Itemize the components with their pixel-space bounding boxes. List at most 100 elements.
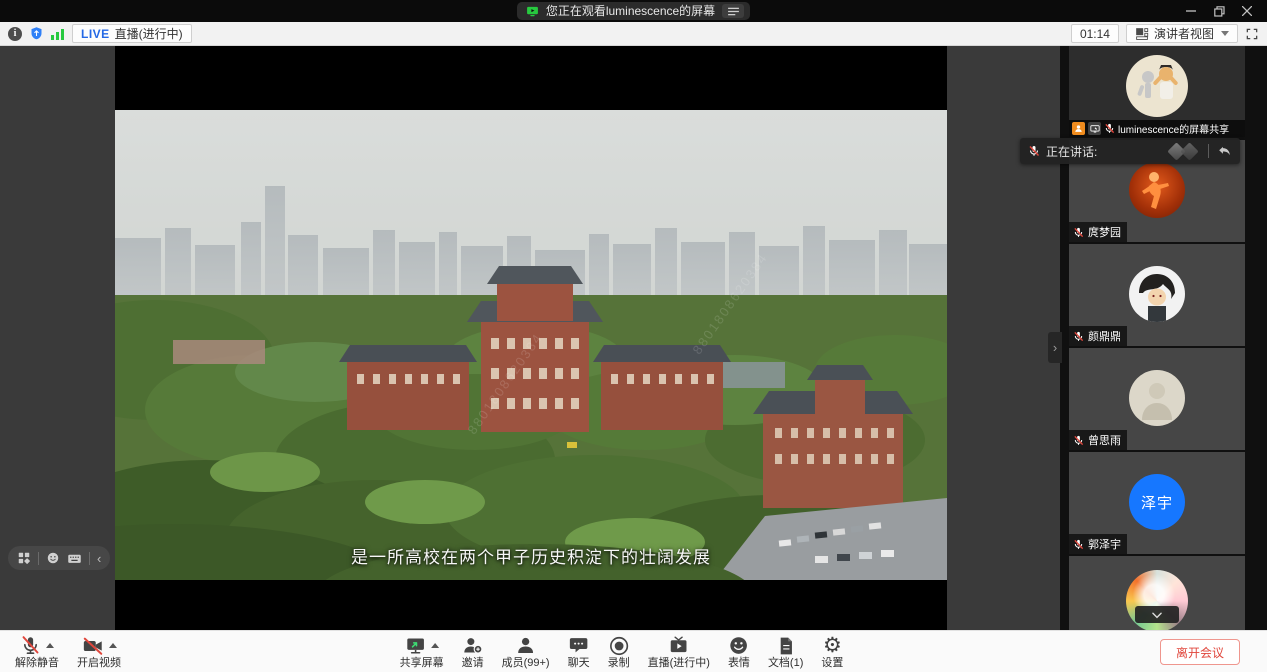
record-button[interactable]: 录制 [599, 631, 639, 672]
start-video-button[interactable]: 开启视频 [68, 631, 130, 672]
participant-tile[interactable]: 颜鼎鼎 [1069, 244, 1245, 346]
camera-muted-icon [82, 635, 104, 657]
stage-floating-toolbar: ‹ [8, 546, 110, 570]
view-mode-label: 演讲者视图 [1154, 25, 1214, 42]
watching-screen-pill: 您正在观看luminescence的屏幕 [517, 2, 750, 20]
share-screen-button[interactable]: 共享屏幕 [391, 631, 453, 672]
unmute-button[interactable]: 解除静音 [6, 631, 68, 672]
avatar [1126, 55, 1188, 117]
mic-options-caret[interactable] [46, 643, 54, 648]
speaking-label: 正在讲话: [1046, 143, 1097, 160]
participant-tile-screen-share[interactable]: luminescence的屏幕共享 [1069, 46, 1245, 137]
restore-icon [1214, 6, 1225, 17]
participant-name: 郭泽宇 [1088, 536, 1121, 552]
muted-mic-icon [1073, 331, 1084, 342]
leave-meeting-button[interactable]: 离开会议 [1160, 639, 1240, 665]
view-mode-selector[interactable]: 演讲者视图 [1126, 24, 1238, 43]
campus-aerial-frame [115, 110, 947, 580]
muted-mic-icon [1073, 435, 1084, 446]
screen-share-green-icon [526, 5, 539, 18]
minimize-button[interactable] [1177, 0, 1205, 22]
participant-name: 颜鼎鼎 [1088, 328, 1121, 344]
muted-mic-icon [1073, 227, 1084, 238]
members-icon [515, 635, 536, 656]
close-button[interactable] [1233, 0, 1261, 22]
participant-name: 庹梦园 [1088, 224, 1121, 240]
avatar [1129, 266, 1185, 322]
meeting-timer: 01:14 [1071, 24, 1119, 43]
chevron-down-icon [1150, 608, 1164, 622]
screen-menu-button[interactable] [722, 4, 744, 18]
muted-mic-icon [1073, 539, 1084, 550]
start-video-label: 开启视频 [77, 657, 121, 670]
invite-person-icon [462, 635, 483, 656]
participant-name-tag: 颜鼎鼎 [1069, 326, 1127, 346]
share-screen-icon [405, 635, 426, 656]
emoji-reaction-icon[interactable] [46, 551, 60, 565]
footer-center-group: 共享屏幕 邀请 [391, 631, 853, 672]
network-signal-icon[interactable] [51, 28, 65, 40]
share-options-caret[interactable] [431, 643, 439, 648]
sidebar-expander[interactable]: › [1048, 332, 1062, 363]
live-stream-label: 直播(进行中) [648, 657, 710, 670]
reply-arrow-icon[interactable] [1217, 144, 1232, 159]
apps-grid-icon[interactable] [17, 551, 31, 565]
live-tv-icon [668, 635, 689, 656]
live-stream-button[interactable]: 直播(进行中) [639, 631, 719, 672]
collapse-toolbar-chevron[interactable]: ‹ [97, 552, 101, 565]
chat-label: 聊天 [568, 657, 590, 670]
docs-button[interactable]: 文档(1) [759, 631, 812, 672]
video-options-caret[interactable] [109, 643, 117, 648]
fullscreen-button[interactable] [1245, 27, 1259, 41]
members-label: 成员(99+) [502, 657, 550, 670]
host-badge-icon [1072, 122, 1085, 135]
avatar [1129, 162, 1185, 218]
live-status-box[interactable]: LIVE 直播(进行中) [72, 24, 192, 43]
watching-label: 您正在观看luminescence的屏幕 [546, 2, 715, 20]
participant-name-tag: 郭泽宇 [1069, 534, 1127, 554]
invite-button[interactable]: 邀请 [453, 631, 493, 672]
footer-left-group: 解除静音 开启视频 [6, 631, 130, 672]
toolbar-divider [89, 552, 90, 565]
participant-name-tag: 曾思雨 [1069, 430, 1127, 450]
settings-button[interactable]: ⚙ 设置 [812, 631, 852, 672]
minimize-icon [1186, 6, 1196, 16]
avatar: 泽宇 [1129, 474, 1185, 530]
meeting-info-icon[interactable]: i [8, 27, 22, 41]
meeting-window: 您正在观看luminescence的屏幕 i [0, 0, 1267, 672]
main-area: 8801808620384 8801808620384 是一所高校在两个甲子历史… [0, 46, 1267, 630]
participant-name: 曾思雨 [1088, 432, 1121, 448]
participants-sidebar: luminescence的屏幕共享 庹梦园 [1060, 46, 1267, 630]
reactions-label: 表情 [728, 657, 750, 670]
security-shield-icon[interactable] [29, 26, 44, 41]
close-icon [1242, 6, 1252, 16]
smiley-icon [728, 635, 749, 656]
settings-label: 设置 [821, 657, 843, 670]
share-screen-label: 共享屏幕 [400, 657, 444, 670]
participant-name-tag: 庹梦园 [1069, 222, 1127, 242]
speaker-logo-icon [1180, 142, 1198, 160]
avatar-initials: 泽宇 [1141, 492, 1173, 513]
sharing-screen-badge-icon [1088, 122, 1101, 135]
live-badge: LIVE [81, 27, 110, 41]
info-bar: i LIVE 直播(进行中) 01:14 演讲者视图 [0, 22, 1267, 46]
speaking-indicator-bar: 正在讲话: [1020, 138, 1240, 164]
window-controls [1177, 0, 1261, 22]
divider [1208, 144, 1209, 158]
participant-tile[interactable]: 曾思雨 [1069, 348, 1245, 450]
invite-label: 邀请 [462, 657, 484, 670]
shared-screen-stage: 8801808620384 8801808620384 是一所高校在两个甲子历史… [0, 46, 1060, 630]
chat-button[interactable]: 聊天 [559, 631, 599, 672]
share-tile-label-bar: luminescence的屏幕共享 [1069, 120, 1245, 137]
record-label: 录制 [608, 657, 630, 670]
title-bar: 您正在观看luminescence的屏幕 [0, 0, 1267, 22]
members-button[interactable]: 成员(99+) [493, 631, 559, 672]
document-icon [776, 636, 796, 656]
unmute-label: 解除静音 [15, 657, 59, 670]
live-status-text: 直播(进行中) [115, 25, 183, 42]
scroll-participants-down-button[interactable] [1135, 606, 1179, 623]
caption-keyboard-icon[interactable] [67, 551, 82, 566]
restore-button[interactable] [1205, 0, 1233, 22]
participant-tile[interactable]: 泽宇 郭泽宇 [1069, 452, 1245, 554]
reactions-button[interactable]: 表情 [719, 631, 759, 672]
